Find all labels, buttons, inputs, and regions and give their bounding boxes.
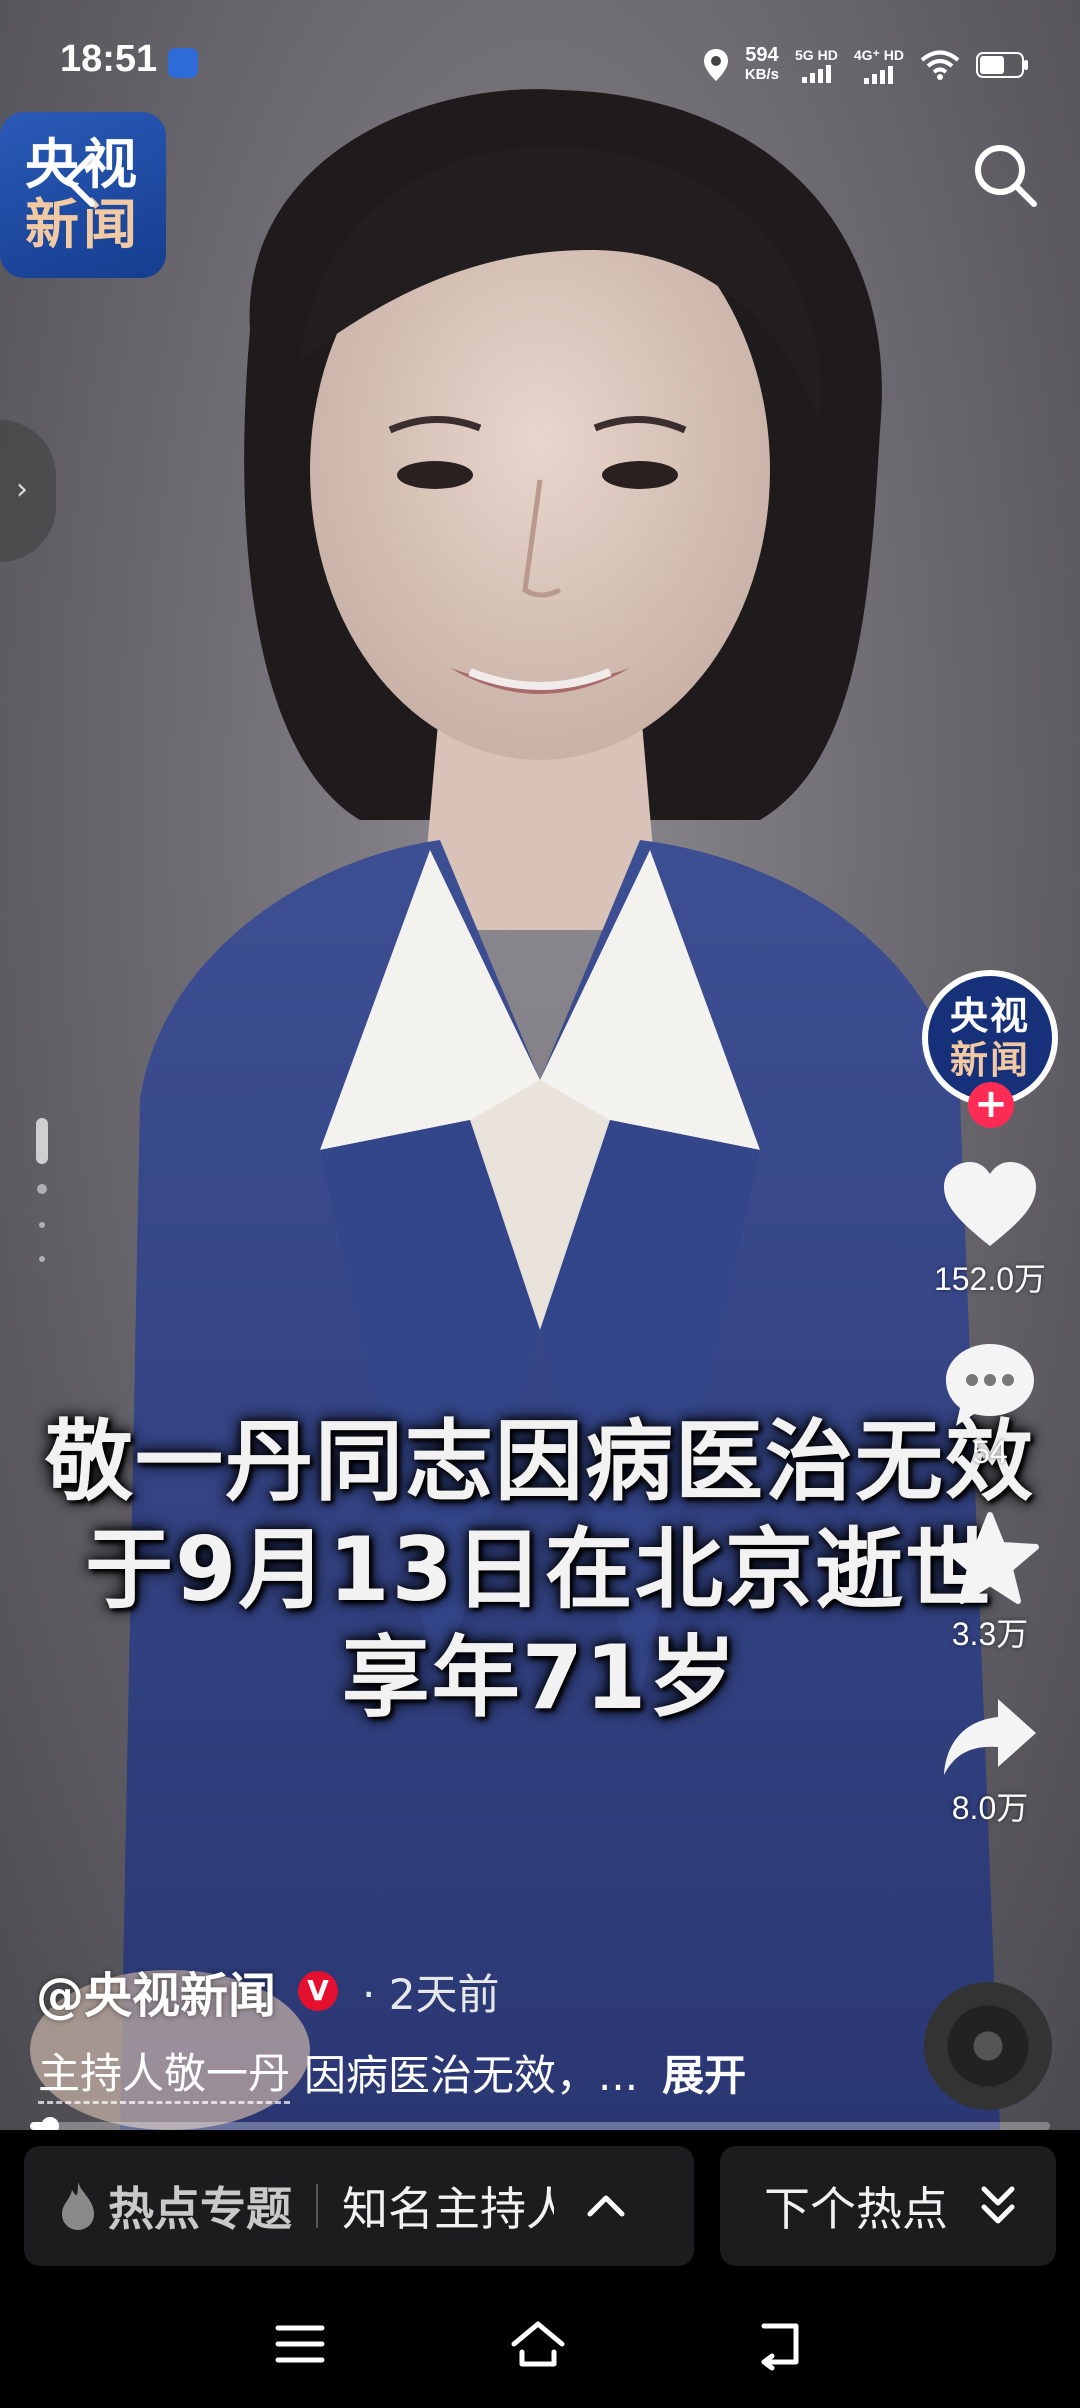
action-column: 央视 新闻 + 152.0万 54 3.3万 8.0万 — [920, 970, 1060, 1829]
battery-icon — [976, 52, 1028, 78]
heart-icon — [944, 1162, 1036, 1246]
location-icon — [703, 49, 728, 81]
home-icon[interactable] — [510, 2316, 566, 2372]
post-description[interactable]: 主持人敬一丹 因病医治无效，... 展开 — [38, 2040, 746, 2104]
chevron-up-icon — [587, 2195, 625, 2217]
share-count: 8.0万 — [951, 1790, 1029, 1826]
hot-topic-button[interactable]: 热点专题 知名主持人 — [24, 2146, 694, 2266]
author-row: @央视新闻 V · 2天前 — [36, 1956, 499, 2026]
hot-topic-label: 热点专题 — [108, 2182, 292, 2236]
chevron-right-icon: › — [16, 472, 28, 507]
status-time: 18:51 — [60, 38, 158, 80]
status-bar: 18:51 594 KB/s 5G HD 4G⁺ HD — [0, 0, 1080, 128]
divider — [316, 2184, 318, 2228]
creator-avatar[interactable]: 央视 新闻 + — [920, 970, 1060, 1128]
system-nav-bar — [0, 2280, 1080, 2408]
portrait-image — [30, 89, 1000, 2130]
signal-icon-sim1: 5G HD — [795, 47, 838, 83]
share-icon — [944, 1699, 1036, 1775]
baidu-app-icon — [168, 48, 198, 78]
back-icon[interactable] — [54, 150, 104, 210]
net-speed: 594 KB/s — [744, 44, 780, 83]
video-player[interactable]: 18:51 594 KB/s 5G HD 4G⁺ HD 央视 新闻 › 敬一丹同… — [0, 0, 1080, 2130]
signal-icon-sim2: 4G⁺ HD — [854, 47, 904, 84]
music-disc-icon[interactable] — [924, 1982, 1052, 2110]
favorite-button[interactable]: 3.3万 — [920, 1511, 1060, 1655]
back-nav-icon[interactable] — [752, 2316, 808, 2372]
flame-icon — [62, 2182, 94, 2230]
search-icon[interactable] — [970, 140, 1040, 210]
description-text: 因病医治无效，... — [304, 2050, 639, 2100]
share-button[interactable]: 8.0万 — [920, 1695, 1060, 1829]
image-page-indicator — [36, 1118, 50, 1290]
like-count: 152.0万 — [933, 1261, 1047, 1297]
follow-button[interactable]: + — [968, 1082, 1014, 1128]
comment-icon — [946, 1344, 1034, 1426]
next-hot-topic-button[interactable]: 下个热点 — [720, 2146, 1056, 2266]
caption-line: 享年71岁 — [341, 1626, 739, 1729]
double-chevron-down-icon — [981, 2186, 1015, 2224]
menu-icon[interactable] — [272, 2316, 328, 2372]
hot-topic-bar: 热点专题 知名主持人 下个热点 — [0, 2130, 1080, 2280]
video-progress-bar[interactable] — [30, 2117, 1050, 2130]
like-button[interactable]: 152.0万 — [920, 1160, 1060, 1300]
next-hot-label: 下个热点 — [764, 2182, 948, 2236]
verified-badge-icon: V — [298, 1971, 339, 2011]
expand-button[interactable]: 展开 — [662, 2042, 746, 2103]
posted-time: · 2天前 — [362, 1969, 500, 2019]
hot-topic-title: 知名主持人 — [342, 2182, 554, 2236]
comment-count: 54 — [972, 1434, 1008, 1470]
caption-line: 敬一丹同志因病医治无效 — [44, 1410, 1035, 1513]
author-name[interactable]: @央视新闻 — [36, 1956, 276, 2026]
description-link[interactable]: 主持人敬一丹 — [38, 2040, 291, 2104]
star-icon — [941, 1512, 1039, 1604]
video-caption: 敬一丹同志因病医治无效 于9月13日在北京逝世 享年71岁 — [0, 1408, 1080, 1732]
wifi-icon — [920, 50, 960, 80]
caption-line: 于9月13日在北京逝世 — [85, 1518, 995, 1621]
favorite-count: 3.3万 — [951, 1616, 1029, 1652]
comment-button[interactable]: 54 — [920, 1340, 1060, 1471]
